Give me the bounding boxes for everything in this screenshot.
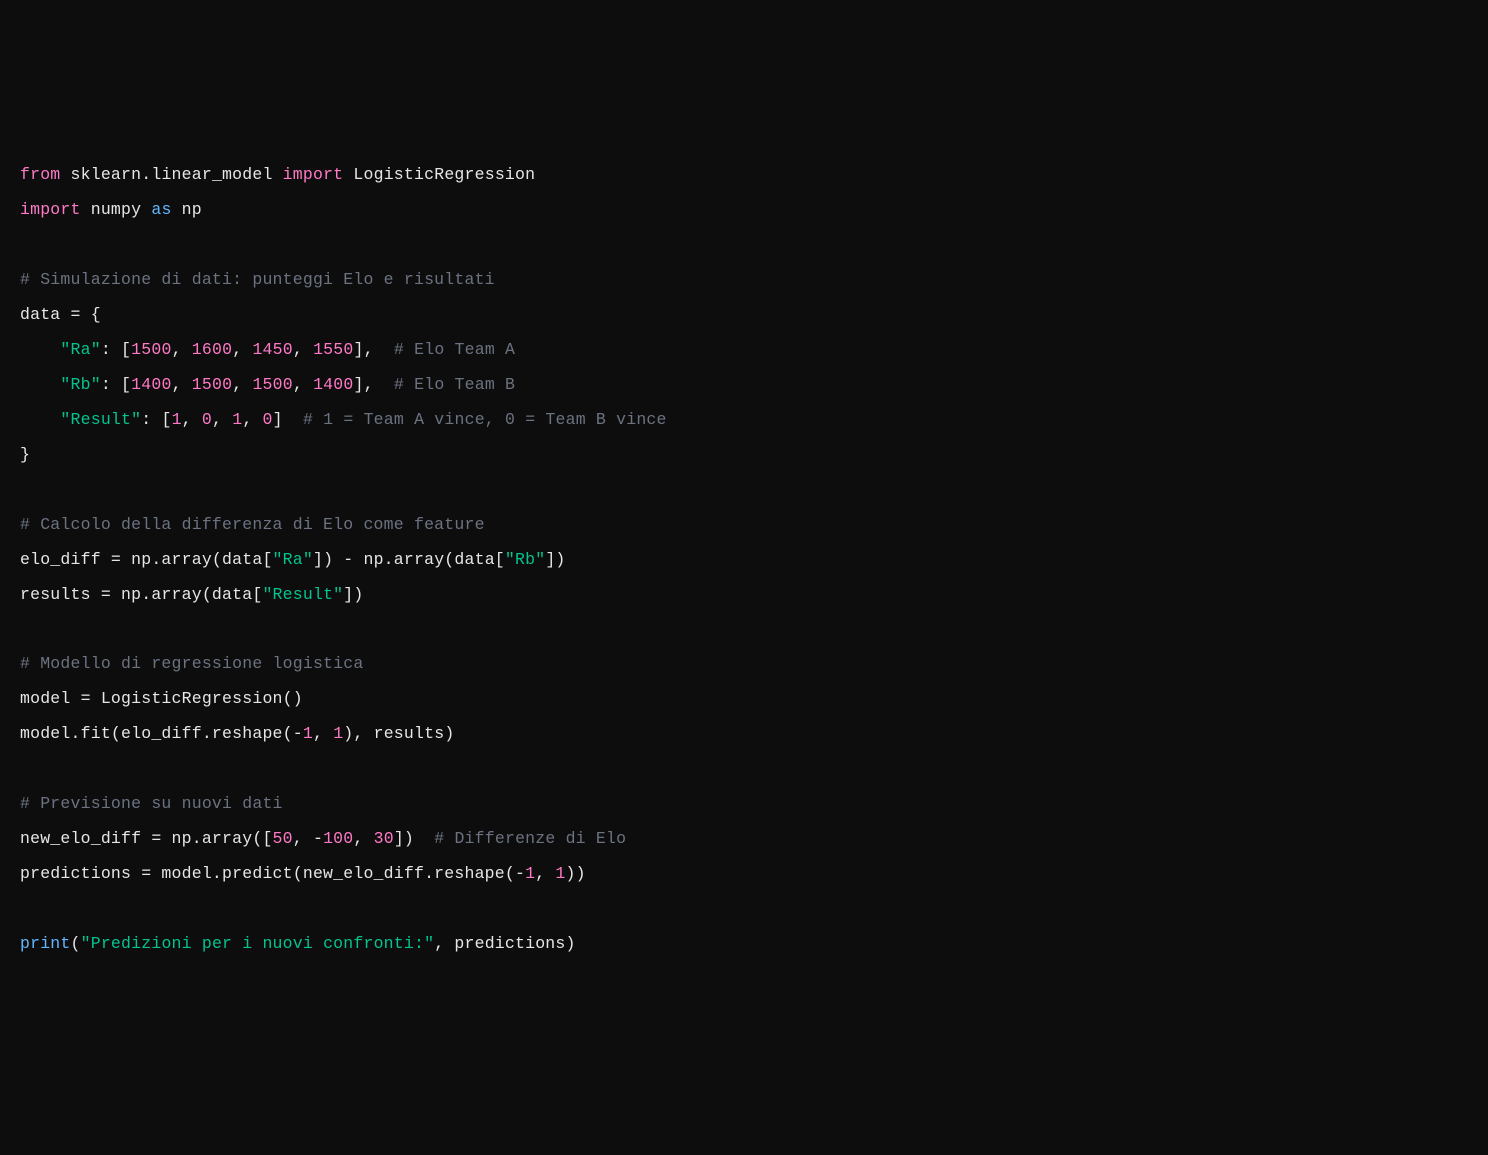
comment: # Modello di regressione logistica xyxy=(20,654,363,673)
string: "Result" xyxy=(60,410,141,429)
punct: , xyxy=(212,410,232,429)
code-text: , xyxy=(535,864,555,883)
punct: , xyxy=(293,340,313,359)
indent xyxy=(20,410,60,429)
number: 1450 xyxy=(252,340,292,359)
punct: ], xyxy=(354,340,394,359)
code-text: ]) xyxy=(343,585,363,604)
string: "Predizioni per i nuovi confronti:" xyxy=(81,934,435,953)
number: 0 xyxy=(263,410,273,429)
number: 1400 xyxy=(131,375,171,394)
punct: ] xyxy=(273,410,303,429)
indent xyxy=(20,340,60,359)
number: 1 xyxy=(333,724,343,743)
punct: , xyxy=(242,410,262,429)
code-text: new_elo_diff = np.array([ xyxy=(20,829,273,848)
code-text: data = { xyxy=(20,305,101,324)
code-text: predictions = model.predict(new_elo_diff… xyxy=(20,864,525,883)
number: 1500 xyxy=(192,375,232,394)
code-text: ]) xyxy=(394,829,434,848)
punct: : [ xyxy=(101,375,131,394)
indent xyxy=(20,375,60,394)
string: "Ra" xyxy=(273,550,313,569)
comment: # Previsione su nuovi dati xyxy=(20,794,283,813)
number: 1550 xyxy=(313,340,353,359)
comment: # Elo Team B xyxy=(394,375,515,394)
module-name: numpy xyxy=(81,200,152,219)
keyword-import: import xyxy=(20,200,81,219)
code-text: ]) xyxy=(545,550,565,569)
punct: ], xyxy=(354,375,394,394)
punct: : [ xyxy=(141,410,171,429)
function-print: print xyxy=(20,934,71,953)
punct: , xyxy=(172,340,192,359)
module-path: sklearn.linear_model xyxy=(60,165,282,184)
punct: , xyxy=(232,340,252,359)
code-text: , predictions) xyxy=(434,934,575,953)
code-text: elo_diff = np.array(data[ xyxy=(20,550,273,569)
number: 30 xyxy=(374,829,394,848)
comment: # 1 = Team A vince, 0 = Team B vince xyxy=(303,410,667,429)
comment: # Simulazione di dati: punteggi Elo e ri… xyxy=(20,270,495,289)
number: 0 xyxy=(202,410,212,429)
number: 1600 xyxy=(192,340,232,359)
number: 1500 xyxy=(252,375,292,394)
punct: , xyxy=(293,375,313,394)
class-name: LogisticRegression xyxy=(343,165,535,184)
number: 1 xyxy=(555,864,565,883)
number: 1 xyxy=(303,724,313,743)
keyword-from: from xyxy=(20,165,60,184)
comment: # Calcolo della differenza di Elo come f… xyxy=(20,515,485,534)
code-text: , xyxy=(313,724,333,743)
code-block: from sklearn.linear_model import Logisti… xyxy=(20,158,1468,962)
code-text: ]) - np.array(data[ xyxy=(313,550,505,569)
number: 50 xyxy=(273,829,293,848)
keyword-import: import xyxy=(283,165,344,184)
code-text: )) xyxy=(566,864,586,883)
code-text: ), results) xyxy=(343,724,454,743)
keyword-as: as xyxy=(151,200,171,219)
string: "Result" xyxy=(262,585,343,604)
punct: , xyxy=(232,375,252,394)
number: 1500 xyxy=(131,340,171,359)
comment: # Differenze di Elo xyxy=(434,829,626,848)
number: 1 xyxy=(525,864,535,883)
code-text: , xyxy=(353,829,373,848)
punct: : [ xyxy=(101,340,131,359)
number: 100 xyxy=(323,829,353,848)
number: 1400 xyxy=(313,375,353,394)
comment: # Elo Team A xyxy=(394,340,515,359)
code-text: model = LogisticRegression() xyxy=(20,689,303,708)
punct: , xyxy=(182,410,202,429)
alias: np xyxy=(172,200,202,219)
code-text: results = np.array(data[ xyxy=(20,585,262,604)
string: "Rb" xyxy=(60,375,100,394)
string: "Rb" xyxy=(505,550,545,569)
number: 1 xyxy=(232,410,242,429)
string: "Ra" xyxy=(60,340,100,359)
brace-close: } xyxy=(20,445,30,464)
punct: , xyxy=(172,375,192,394)
code-text: model.fit(elo_diff.reshape(- xyxy=(20,724,303,743)
punct: ( xyxy=(71,934,81,953)
code-text: , - xyxy=(293,829,323,848)
number: 1 xyxy=(172,410,182,429)
